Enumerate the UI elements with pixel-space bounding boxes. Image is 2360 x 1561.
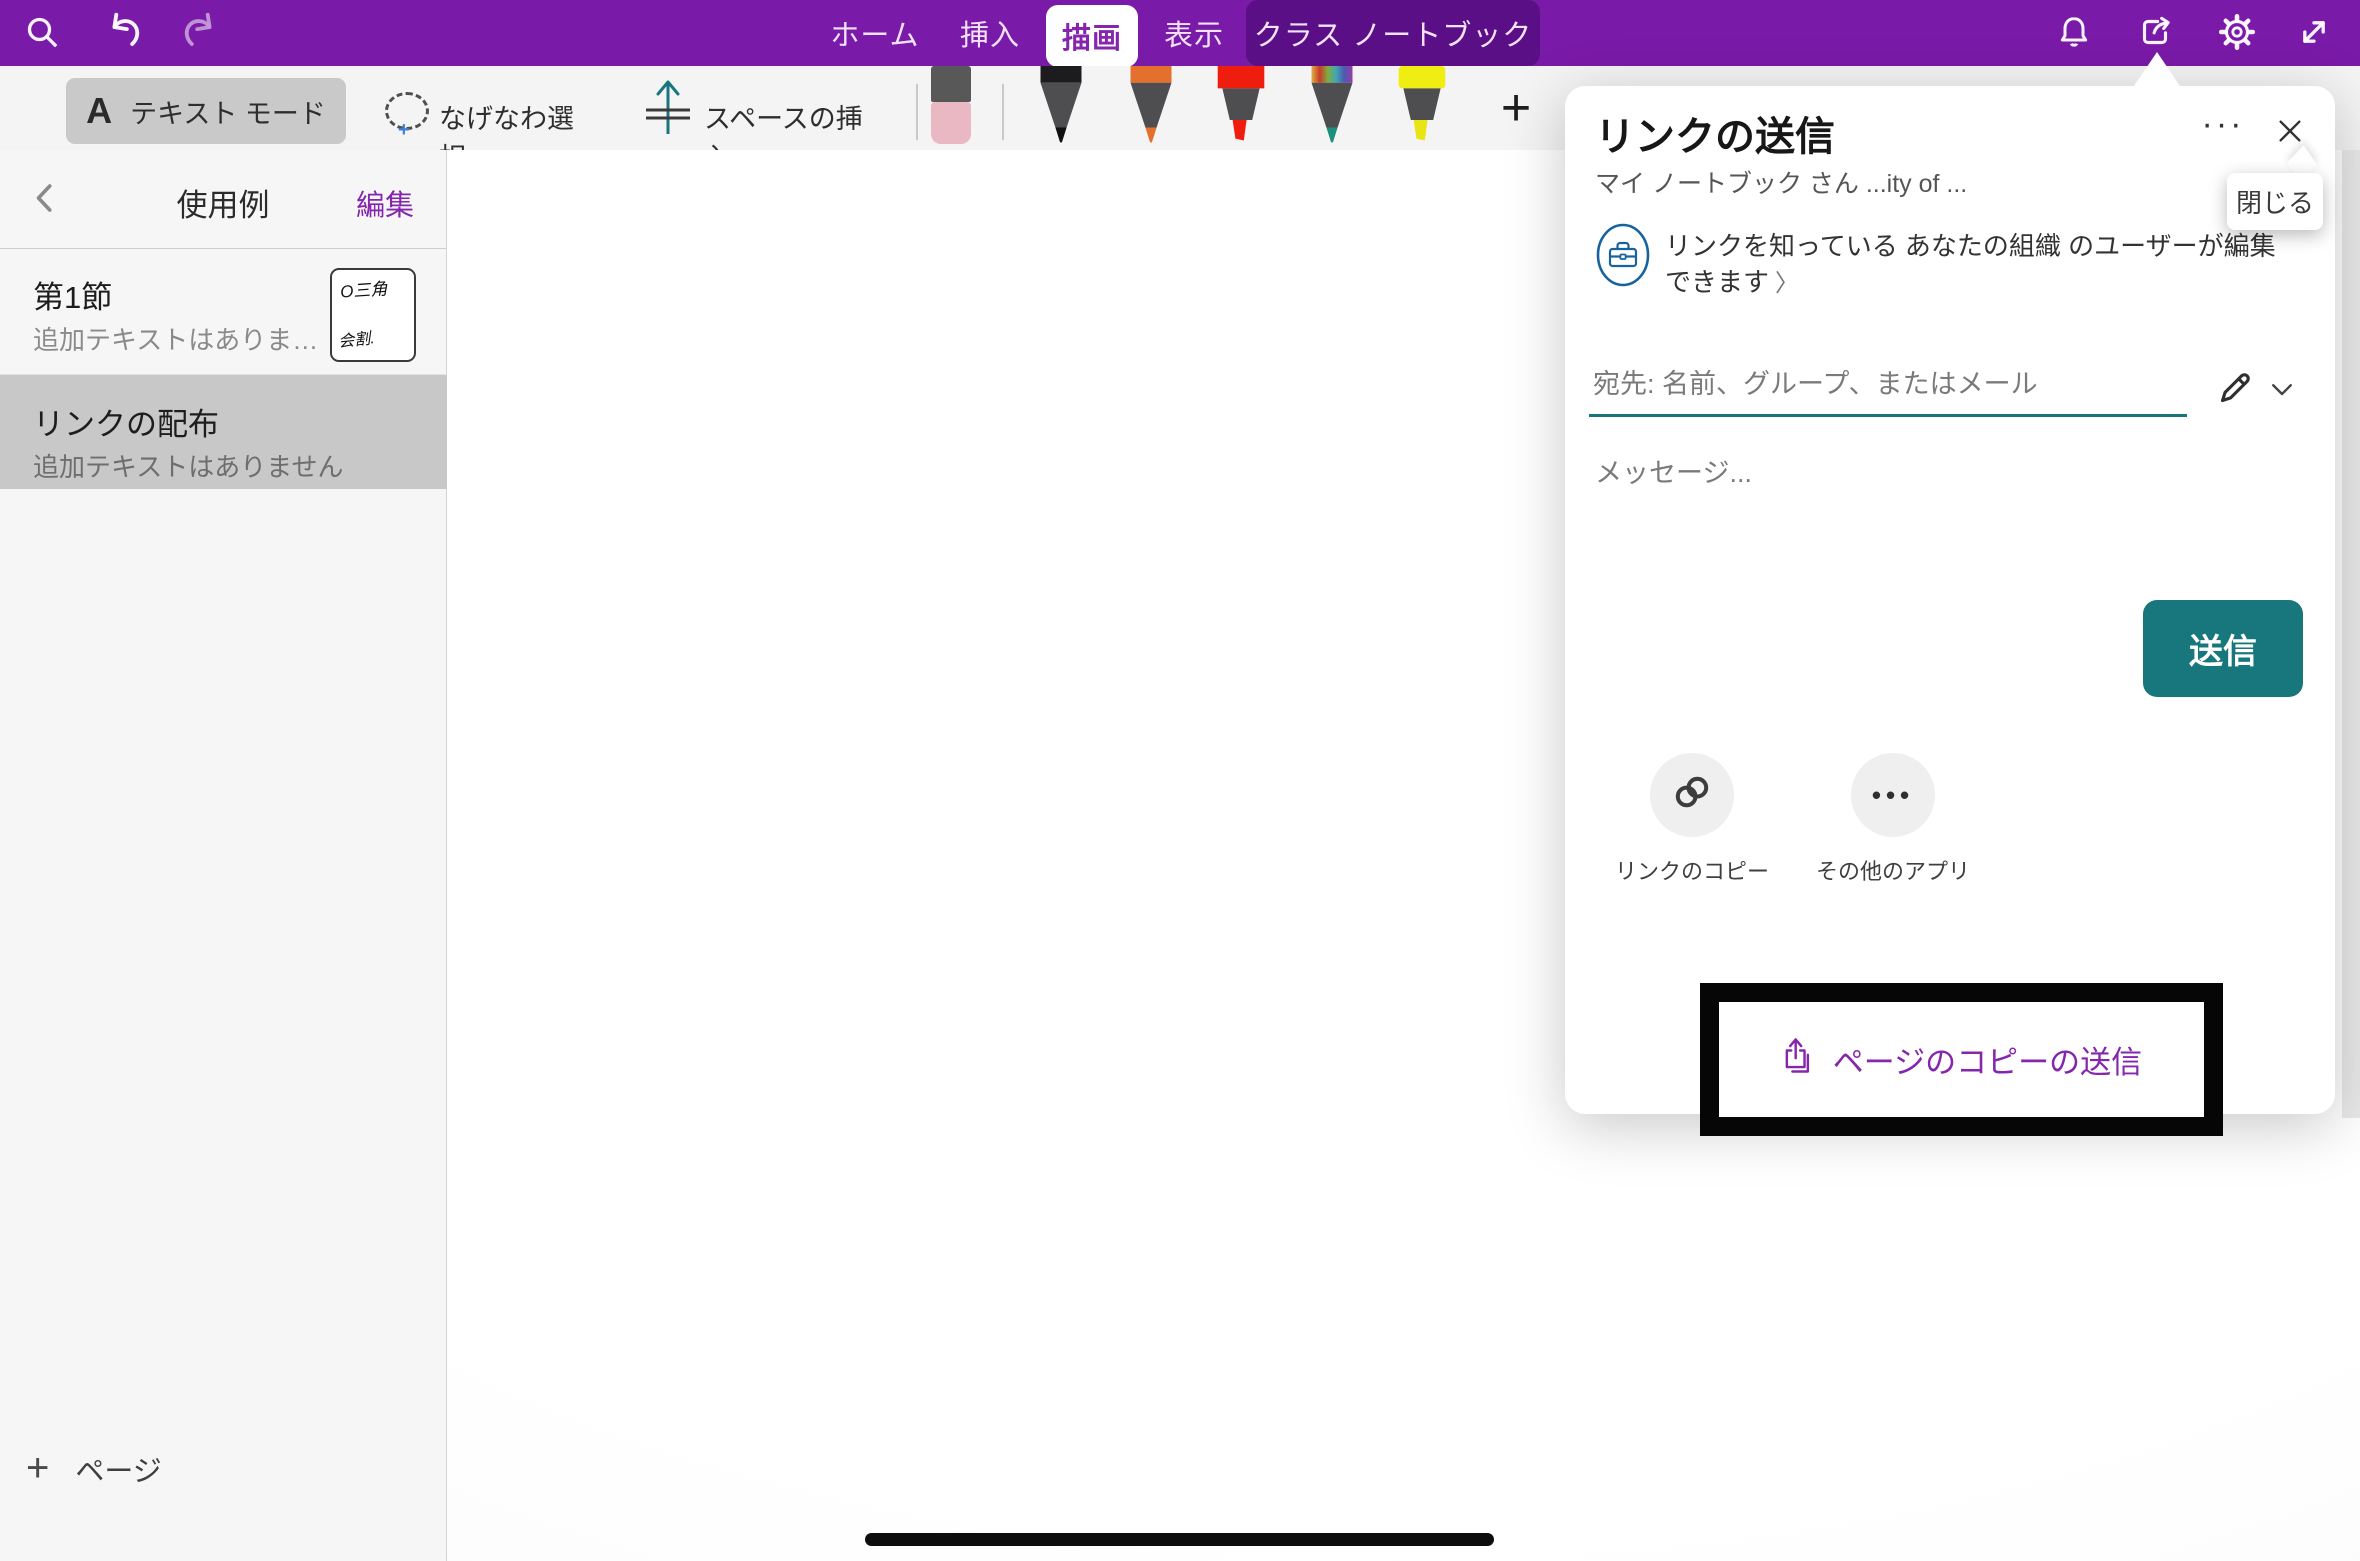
settings-gear-icon[interactable] (2216, 11, 2258, 58)
page-list-sidebar: 使用例 編集 第1節 追加テキストはありま… O三角 会割. リンクの配布 追加… (0, 150, 447, 1561)
share-icon[interactable] (2134, 11, 2176, 58)
chevron-right-icon: 〉 (1775, 270, 1799, 297)
tab-insert[interactable]: 挿入 (935, 0, 1045, 66)
text-mode-button[interactable]: A テキスト モード (66, 78, 346, 144)
toolbar-divider (916, 84, 918, 140)
notebook-subtitle: マイ ノートブック さん ...ity of ... (1595, 164, 1967, 200)
send-link-dialog: リンクの送信 ··· マイ ノートブック さん ...ity of ... リン… (1565, 86, 2335, 1114)
orange-pen-tool[interactable] (1123, 66, 1179, 148)
black-pen-tool[interactable] (1033, 66, 1089, 148)
recipient-input[interactable] (1589, 362, 2187, 406)
close-icon[interactable] (2267, 108, 2313, 154)
send-button[interactable]: 送信 (2143, 600, 2303, 697)
redo-icon[interactable] (178, 8, 224, 59)
more-options-button[interactable]: ··· (2193, 100, 2253, 148)
add-page-button[interactable]: + ページ (26, 1446, 162, 1491)
home-indicator-bar[interactable] (865, 1533, 1494, 1546)
text-mode-icon: A (86, 90, 112, 132)
page-list-item-selected[interactable]: リンクの配布 追加テキストはありません (0, 375, 447, 489)
top-app-bar: ホーム 挿入 描画 表示 クラス ノートブック (0, 0, 2360, 66)
insert-space-button[interactable]: スペースの挿入 (642, 76, 872, 140)
close-tooltip: 閉じる (2227, 173, 2323, 230)
send-page-copy-button[interactable]: ページのコピーの送信 (1775, 1034, 2148, 1086)
tab-view[interactable]: 表示 (1144, 0, 1244, 66)
edit-permission-pencil-icon[interactable] (2213, 366, 2257, 410)
yellow-highlighter-tool[interactable] (1394, 66, 1450, 148)
search-icon[interactable] (22, 12, 62, 57)
dialog-title: リンクの送信 (1595, 104, 1835, 162)
export-page-icon (1781, 1035, 1817, 1085)
insert-space-icon (642, 76, 694, 143)
tab-home[interactable]: ホーム (820, 0, 930, 66)
tab-draw[interactable]: 描画 (1046, 5, 1138, 67)
red-highlighter-tool[interactable] (1213, 66, 1269, 148)
chevron-down-icon[interactable] (2265, 374, 2301, 404)
fullscreen-expand-icon[interactable] (2294, 12, 2334, 57)
onenote-app: ホーム 挿入 描画 表示 クラス ノートブック A テキスト モード + なげな… (0, 0, 2360, 1561)
rainbow-pen-tool[interactable] (1304, 66, 1360, 148)
eraser-tool[interactable] (929, 66, 973, 146)
edit-button[interactable]: 編集 (356, 182, 414, 224)
share-popover-caret (2134, 52, 2180, 86)
add-pen-button[interactable]: + (1488, 80, 1544, 136)
notifications-bell-icon[interactable] (2054, 12, 2094, 57)
permission-settings-row[interactable]: リンクを知っている あなたの組織 のユーザーが編集できます〉 (1595, 222, 2307, 302)
lasso-icon: + (385, 92, 429, 130)
message-input[interactable] (1591, 450, 2191, 496)
sidebar-header: 使用例 編集 (0, 150, 446, 249)
lasso-select-button[interactable]: + なげなわ選択 (385, 84, 585, 138)
page-list-item[interactable]: 第1節 追加テキストはありま… O三角 会割. (0, 248, 447, 375)
permission-text: リンクを知っている あなたの組織 のユーザーが編集できます〉 (1665, 222, 2301, 302)
canvas-right-gutter (2342, 150, 2360, 1118)
toolbar-divider (1002, 84, 1004, 140)
organization-briefcase-icon (1595, 222, 1651, 293)
ellipsis-icon: ••• (1872, 780, 1914, 811)
page-thumbnail: O三角 会割. (330, 268, 416, 362)
copy-link-button[interactable] (1650, 753, 1734, 837)
plus-icon: + (26, 1446, 49, 1491)
more-apps-button[interactable]: ••• (1851, 753, 1935, 837)
recipient-underline (1589, 414, 2187, 417)
undo-icon[interactable] (100, 8, 146, 59)
link-icon (1669, 770, 1715, 821)
tab-class-notebook[interactable]: クラス ノートブック (1246, 0, 1540, 66)
annotation-highlight-box: ページのコピーの送信 (1700, 983, 2223, 1136)
